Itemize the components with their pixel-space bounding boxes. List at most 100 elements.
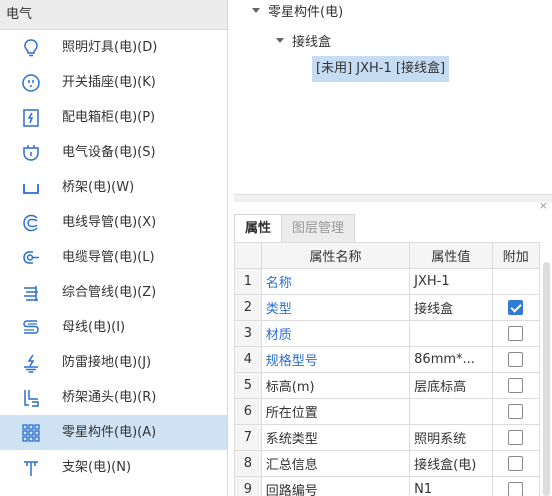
nav-item-wire-conduit[interactable]: 电线导管(电)(X) bbox=[0, 205, 227, 240]
wire-conduit-icon bbox=[20, 213, 42, 233]
nav-item-tray-fitting[interactable]: 桥架通头(电)(R) bbox=[0, 380, 227, 415]
nav-item-electrical-equipment[interactable]: 电气设备(电)(S) bbox=[0, 135, 227, 170]
table-row[interactable]: 7 系统类型 照明系统 bbox=[234, 424, 541, 451]
row-index: 2 bbox=[234, 294, 262, 321]
property-name: 规格型号 bbox=[260, 346, 411, 373]
property-name: 材质 bbox=[260, 320, 411, 347]
table-row[interactable]: 2 类型 接线盒 bbox=[234, 294, 541, 321]
properties-tabs: 属性 图层管理 bbox=[234, 214, 356, 242]
nav-item-bracket[interactable]: 支架(电)(N) bbox=[0, 450, 227, 485]
property-name: 所在位置 bbox=[260, 398, 411, 425]
nav-label: 桥架(电)(W) bbox=[62, 180, 135, 195]
property-name: 汇总信息 bbox=[260, 450, 411, 477]
row-index: 4 bbox=[234, 346, 262, 373]
category-header-electrical[interactable]: 电气 bbox=[0, 0, 227, 30]
extra-checkbox[interactable] bbox=[508, 404, 524, 419]
bracket-icon bbox=[20, 458, 42, 478]
table-row[interactable]: 8 汇总信息 接线盒(电) bbox=[234, 450, 541, 477]
tree-leaf-selected[interactable]: [未用] JXH-1 [接线盒] bbox=[312, 56, 450, 82]
nav-label: 电缆导管(电)(L) bbox=[62, 250, 155, 265]
property-value[interactable]: 接线盒 bbox=[409, 294, 493, 321]
nav-label: 电线导管(电)(X) bbox=[62, 215, 157, 230]
extra-checkbox[interactable] bbox=[508, 326, 524, 341]
nav-label: 母线(电)(I) bbox=[62, 320, 126, 335]
table-row[interactable]: 9 回路编号 N1 bbox=[234, 476, 541, 496]
distribution-box-icon bbox=[20, 108, 42, 128]
extra-checkbox[interactable] bbox=[508, 300, 524, 315]
property-value[interactable]: N1 bbox=[409, 476, 493, 496]
tree-node-label: 零星构件(电) bbox=[268, 4, 344, 20]
vertical-scrollbar[interactable] bbox=[542, 262, 551, 496]
row-index: 1 bbox=[234, 268, 262, 295]
extra-checkbox[interactable] bbox=[508, 430, 524, 445]
row-index: 7 bbox=[234, 424, 262, 451]
column-header-value[interactable]: 属性值 bbox=[409, 242, 493, 269]
nav-item-combined-pipeline[interactable]: 综合管线(电)(Z) bbox=[0, 275, 227, 310]
table-row[interactable]: 3 材质 bbox=[234, 320, 541, 347]
nav-item-cable-tray[interactable]: 桥架(电)(W) bbox=[0, 170, 227, 205]
scrollbar-thumb[interactable] bbox=[543, 262, 550, 496]
nav-label: 零星构件(电)(A) bbox=[62, 425, 157, 440]
property-name: 名称 bbox=[260, 268, 411, 295]
electrical-equipment-icon bbox=[20, 143, 42, 163]
panel-splitter[interactable] bbox=[234, 194, 552, 202]
properties-grid: 属性名称 属性值 附加 1 名称 JXH-1 2 类型 接线盒 3 材质 4 规格型号 86mm*.… bbox=[234, 242, 541, 496]
property-value[interactable] bbox=[409, 320, 493, 347]
tree-node-child[interactable]: 接线盒 bbox=[276, 29, 331, 51]
property-value[interactable]: 接线盒(电) bbox=[409, 450, 493, 477]
nav-item-lighting[interactable]: 照明灯具(电)(D) bbox=[0, 30, 227, 65]
nav-label: 照明灯具(电)(D) bbox=[62, 40, 158, 55]
extra-cell bbox=[491, 450, 541, 477]
row-index: 3 bbox=[234, 320, 262, 347]
chevron-down-icon[interactable] bbox=[276, 37, 284, 43]
nav-item-busbar[interactable]: 母线(电)(I) bbox=[0, 310, 227, 345]
property-name: 回路编号 bbox=[260, 476, 411, 496]
busbar-icon bbox=[20, 318, 42, 338]
extra-cell bbox=[491, 424, 541, 451]
chevron-down-icon[interactable] bbox=[252, 7, 260, 13]
extra-cell bbox=[491, 294, 541, 321]
table-row[interactable]: 1 名称 JXH-1 bbox=[234, 268, 541, 295]
extra-cell bbox=[491, 372, 541, 399]
property-value[interactable]: JXH-1 bbox=[409, 268, 493, 295]
lightbulb-icon bbox=[20, 38, 42, 58]
property-name: 标高(m) bbox=[260, 372, 411, 399]
extra-cell bbox=[491, 476, 541, 496]
nav-item-distribution-box[interactable]: 配电箱柜(电)(P) bbox=[0, 100, 227, 135]
tab-properties[interactable]: 属性 bbox=[234, 214, 283, 242]
nav-item-misc-components[interactable]: 零星构件(电)(A) bbox=[0, 415, 227, 450]
table-row[interactable]: 4 规格型号 86mm*... bbox=[234, 346, 541, 373]
extra-cell bbox=[491, 320, 541, 347]
extra-cell bbox=[491, 398, 541, 425]
property-value[interactable] bbox=[409, 398, 493, 425]
nav-item-switch-socket[interactable]: 开关插座(电)(K) bbox=[0, 65, 227, 100]
nav-label: 综合管线(电)(Z) bbox=[62, 285, 157, 300]
property-name: 类型 bbox=[260, 294, 411, 321]
extra-checkbox[interactable] bbox=[508, 456, 524, 471]
nav-item-cable-conduit[interactable]: 电缆导管(电)(L) bbox=[0, 240, 227, 275]
component-tree-panel: 电气 照明灯具(电)(D) 开关插座(电)(K) 配电箱柜(电)(P) 电气设备… bbox=[0, 0, 228, 496]
row-index: 8 bbox=[234, 450, 262, 477]
extra-checkbox[interactable] bbox=[508, 482, 524, 496]
tree-node-root[interactable]: 零星构件(电) bbox=[252, 0, 343, 20]
property-name: 系统类型 bbox=[260, 424, 411, 451]
nav-item-lightning-grounding[interactable]: 防雷接地(电)(J) bbox=[0, 345, 227, 380]
column-header-extra[interactable]: 附加 bbox=[491, 242, 541, 269]
table-row[interactable]: 6 所在位置 bbox=[234, 398, 541, 425]
tray-fitting-icon bbox=[20, 388, 42, 408]
extra-cell bbox=[491, 346, 541, 373]
property-value[interactable]: 层底标高 bbox=[409, 372, 493, 399]
extra-checkbox[interactable] bbox=[508, 352, 524, 367]
extra-cell bbox=[491, 268, 541, 295]
property-value[interactable]: 照明系统 bbox=[409, 424, 493, 451]
table-row[interactable]: 5 标高(m) 层底标高 bbox=[234, 372, 541, 399]
grid-header-row: 属性名称 属性值 附加 bbox=[234, 242, 541, 269]
column-header-index bbox=[234, 242, 262, 269]
nav-label: 配电箱柜(电)(P) bbox=[62, 110, 156, 125]
component-list-tree: 零星构件(电) 接线盒 [未用] JXH-1 [接线盒] bbox=[234, 0, 552, 194]
cable-conduit-icon bbox=[20, 248, 42, 268]
property-value[interactable]: 86mm*... bbox=[409, 346, 493, 373]
column-header-name[interactable]: 属性名称 bbox=[260, 242, 411, 269]
tab-layer-management[interactable]: 图层管理 bbox=[282, 214, 356, 242]
extra-checkbox[interactable] bbox=[508, 378, 524, 393]
